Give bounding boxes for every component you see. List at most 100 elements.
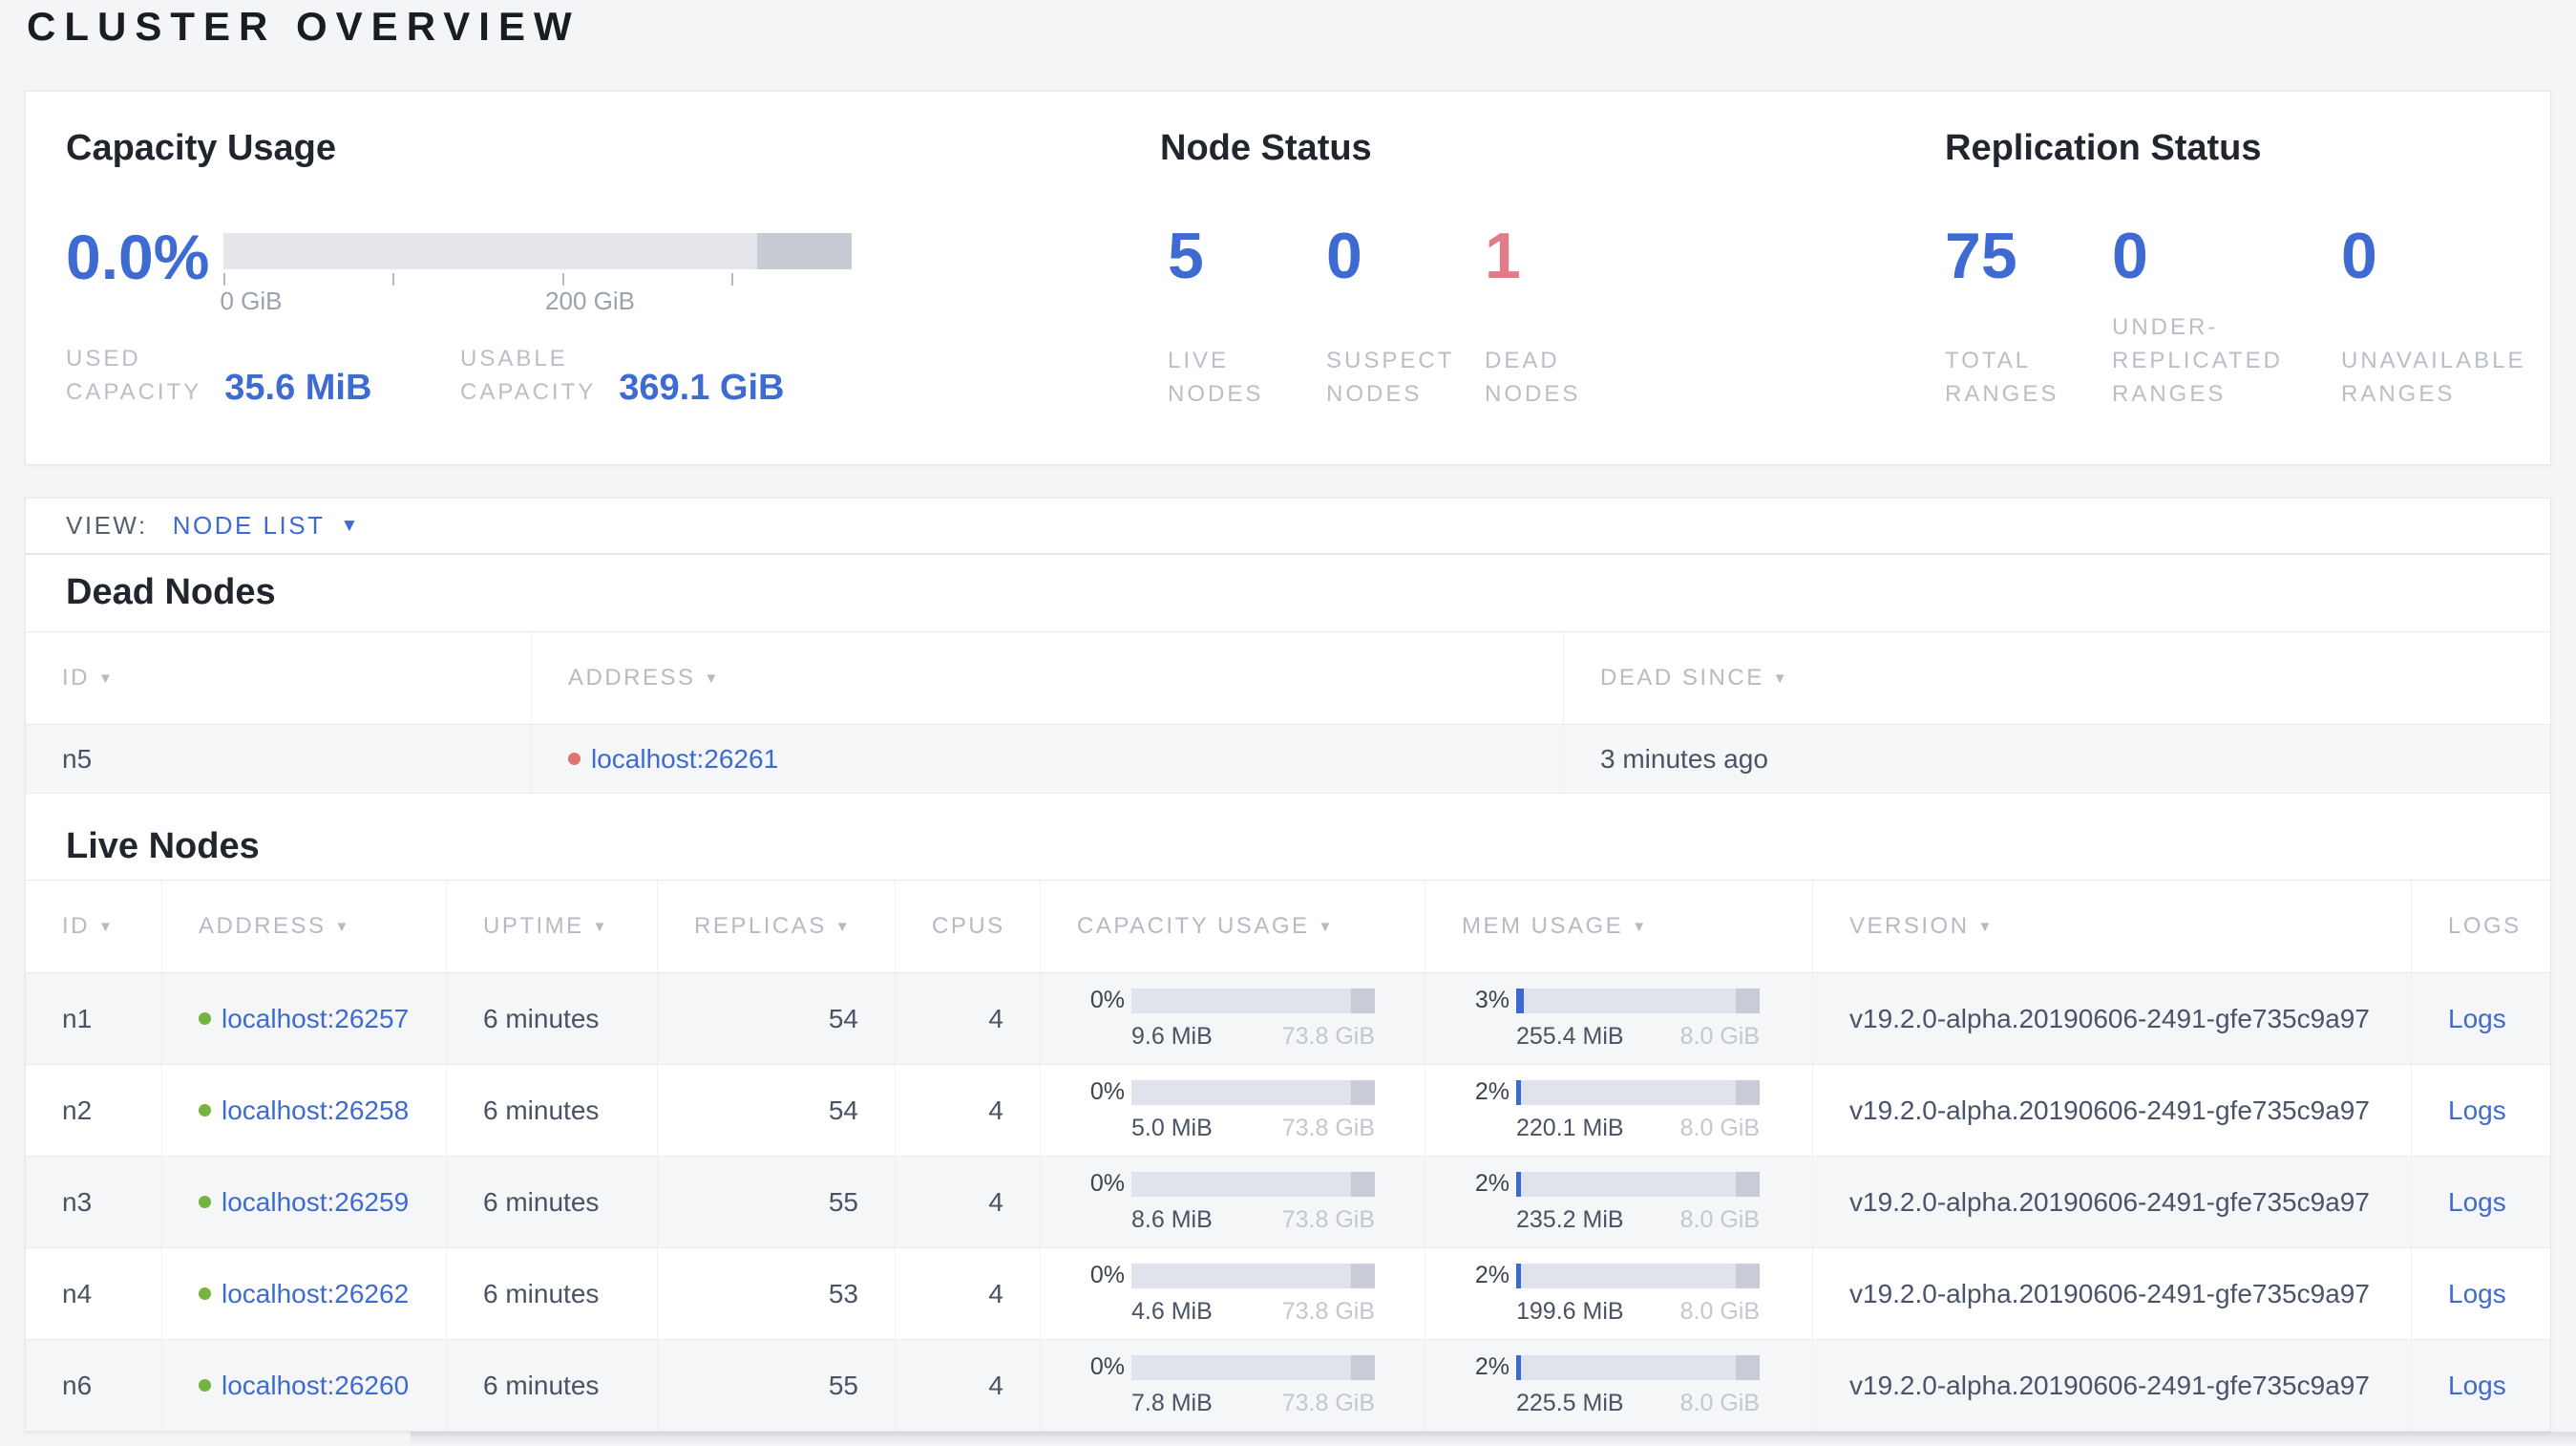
node-id-cell: n3 [26, 1157, 162, 1247]
capacity-percent: 0% [1089, 1353, 1125, 1380]
replication-status-heading: Replication Status [1945, 128, 2262, 168]
node-status-heading: Node Status [1160, 128, 1372, 168]
unavailable-ranges-label: UNAVAILABLE RANGES [2341, 348, 2526, 407]
version-cell: v19.2.0-alpha.20190606-2491-gfe735c9a97 [1813, 973, 2412, 1064]
column-header-id[interactable]: ID ▼ [26, 881, 162, 972]
sort-desc-icon: ▼ [592, 918, 607, 935]
capacity-percent: 0% [1089, 987, 1125, 1013]
replicas-cell: 55 [658, 1157, 896, 1247]
replicas-cell: 54 [658, 1065, 896, 1156]
column-header-dead-since[interactable]: DEAD SINCE ▼ [1564, 632, 2550, 724]
logs-link[interactable]: Logs [2448, 1004, 2506, 1034]
uptime-cell: 6 minutes [447, 1065, 658, 1156]
mem-usage-bar [1516, 988, 1760, 1013]
view-mode-dropdown[interactable]: NODE LIST ▼ [173, 511, 359, 541]
axis-tick-label: 200 GiB [545, 287, 635, 315]
column-header-label: VERSION [1849, 913, 1970, 939]
uptime-cell: 6 minutes [447, 1340, 658, 1431]
column-header-label: ADDRESS [199, 913, 327, 939]
usable-capacity-stat: USABLE CAPACITY 369.1 GiB [460, 342, 784, 409]
node-address-link[interactable]: localhost:26258 [222, 1095, 409, 1126]
capacity-bar-reserved-segment [757, 233, 852, 269]
capacity-percent: 0% [1089, 1078, 1125, 1105]
under-replicated-ranges-count: 0 [2112, 220, 2148, 292]
mem-usage-cell: 2% 199.6 MiB 8.0 GiB [1425, 1248, 1813, 1339]
logs-link[interactable]: Logs [2448, 1187, 2506, 1218]
live-nodes-table: ID ▼ ADDRESS ▼ UPTIME ▼ REPLICAS ▼ CPUS … [26, 880, 2550, 1432]
table-row: n3 localhost:26259 6 minutes 55 4 0% 8.6… [26, 1157, 2550, 1248]
cluster-summary-card: Capacity Usage 0.0% 0 GiB 200 GiB USED C… [25, 91, 2551, 465]
dead-nodes-table-header: ID ▼ ADDRESS ▼ DEAD SINCE ▼ [26, 631, 2550, 725]
used-capacity-stat: USED CAPACITY 35.6 MiB [66, 342, 371, 409]
usable-capacity-value: 369.1 GiB [619, 368, 785, 408]
capacity-usage-bar [223, 233, 852, 269]
node-address-link[interactable]: localhost:26259 [222, 1187, 409, 1218]
logs-cell: Logs [2412, 1340, 2550, 1431]
column-header-label: ID [62, 913, 90, 939]
capacity-total-value: 73.8 GiB [1281, 1023, 1375, 1050]
table-row: n6 localhost:26260 6 minutes 55 4 0% 7.8… [26, 1340, 2550, 1432]
logs-link[interactable]: Logs [2448, 1279, 2506, 1309]
view-mode-selected: NODE LIST [172, 511, 326, 540]
column-header-mem-usage[interactable]: MEM USAGE ▼ [1425, 881, 1813, 972]
mem-total-value: 8.0 GiB [1679, 1115, 1760, 1141]
mem-usage-cell: 2% 225.5 MiB 8.0 GiB [1425, 1340, 1813, 1431]
capacity-used-value: 4.6 MiB [1131, 1298, 1213, 1325]
column-header-version[interactable]: VERSION ▼ [1813, 881, 2412, 972]
cpus-cell: 4 [896, 1248, 1041, 1339]
sort-desc-icon: ▼ [98, 670, 113, 687]
view-label: VIEW: [66, 511, 148, 540]
node-address-cell: localhost:26258 [162, 1065, 447, 1156]
view-selector-bar: VIEW: NODE LIST ▼ [25, 498, 2551, 554]
live-status-dot-icon [199, 1379, 211, 1392]
mem-usage-bar [1516, 1079, 1760, 1105]
mem-used-value: 255.4 MiB [1516, 1023, 1624, 1050]
table-row: n4 localhost:26262 6 minutes 53 4 0% 4.6… [26, 1248, 2550, 1340]
usable-capacity-label: USABLE CAPACITY [460, 346, 597, 405]
live-status-dot-icon [199, 1196, 211, 1208]
node-address-link[interactable]: localhost:26257 [222, 1004, 409, 1034]
node-address-link[interactable]: localhost:26261 [591, 744, 778, 775]
node-address-link[interactable]: localhost:26260 [222, 1371, 409, 1401]
column-header-label: UPTIME [483, 913, 584, 939]
used-capacity-value: 35.6 MiB [224, 368, 372, 408]
uptime-cell: 6 minutes [447, 1157, 658, 1247]
live-status-dot-icon [199, 1012, 211, 1025]
column-header-label: LOGS [2448, 913, 2522, 939]
column-header-address[interactable]: ADDRESS ▼ [162, 881, 447, 972]
used-capacity-label: USED CAPACITY [66, 346, 202, 405]
column-header-address[interactable]: ADDRESS ▼ [532, 632, 1564, 724]
sort-desc-icon: ▼ [98, 918, 113, 935]
mem-usage-bar [1516, 1263, 1760, 1288]
column-header-capacity-usage[interactable]: CAPACITY USAGE ▼ [1041, 881, 1425, 972]
node-address-cell: localhost:26261 [532, 725, 1564, 793]
column-header-logs[interactable]: LOGS [2412, 881, 2550, 972]
node-id-cell: n5 [26, 725, 532, 793]
chevron-down-icon: ▼ [340, 515, 359, 536]
mem-percent: 2% [1474, 1353, 1510, 1380]
replicas-cell: 53 [658, 1248, 896, 1339]
live-nodes-label: LIVE NODES [1168, 348, 1264, 407]
node-address-cell: localhost:26260 [162, 1340, 447, 1431]
logs-link[interactable]: Logs [2448, 1095, 2506, 1126]
column-header-label: ADDRESS [568, 665, 696, 691]
column-header-replicas[interactable]: REPLICAS ▼ [658, 881, 896, 972]
cpus-cell: 4 [896, 1340, 1041, 1431]
version-cell: v19.2.0-alpha.20190606-2491-gfe735c9a97 [1813, 1157, 2412, 1247]
column-header-cpus[interactable]: CPUS [896, 881, 1041, 972]
node-id-cell: n2 [26, 1065, 162, 1156]
logs-link[interactable]: Logs [2448, 1371, 2506, 1401]
mem-total-value: 8.0 GiB [1679, 1023, 1760, 1050]
column-header-uptime[interactable]: UPTIME ▼ [447, 881, 658, 972]
mem-used-value: 220.1 MiB [1516, 1115, 1624, 1141]
version-cell: v19.2.0-alpha.20190606-2491-gfe735c9a97 [1813, 1340, 2412, 1431]
node-address-link[interactable]: localhost:26262 [222, 1279, 409, 1309]
capacity-usage-heading: Capacity Usage [66, 128, 337, 168]
node-id-cell: n1 [26, 973, 162, 1064]
capacity-usage-cell: 0% 8.6 MiB 73.8 GiB [1041, 1157, 1425, 1247]
mem-percent: 2% [1474, 1078, 1510, 1105]
table-row: n5 localhost:26261 3 minutes ago [26, 725, 2550, 794]
column-header-id[interactable]: ID ▼ [26, 632, 532, 724]
capacity-percent: 0% [1089, 1262, 1125, 1288]
mem-usage-cell: 2% 220.1 MiB 8.0 GiB [1425, 1065, 1813, 1156]
